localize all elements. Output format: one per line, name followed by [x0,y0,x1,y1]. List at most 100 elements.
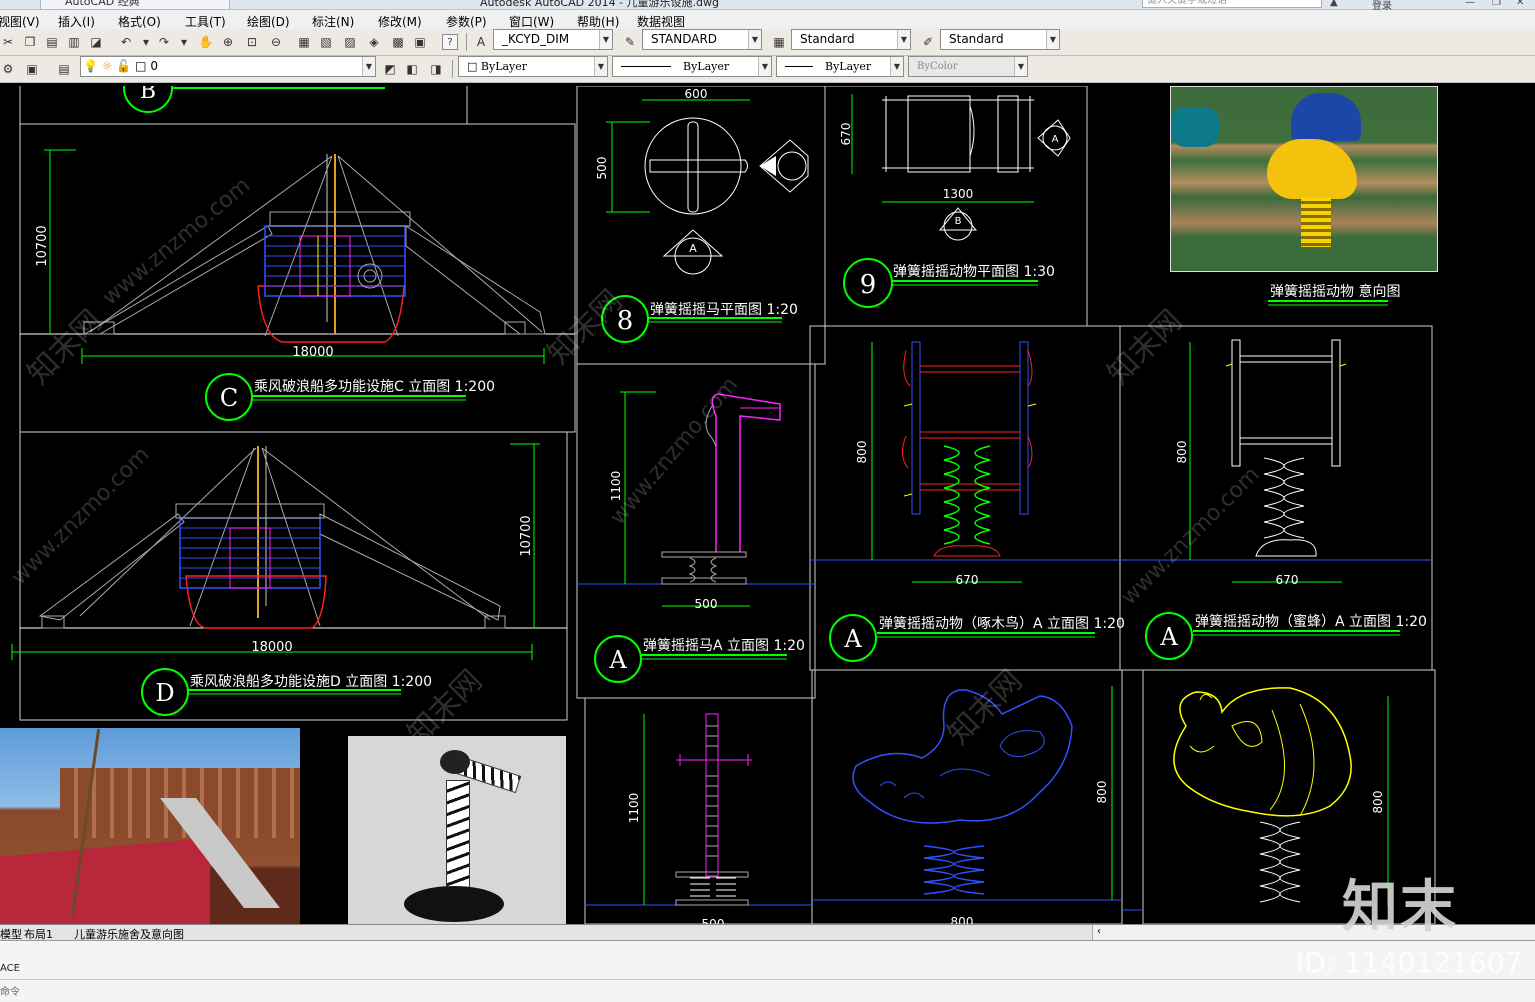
menu-tools[interactable]: 工具(T) [185,13,226,30]
zoom-window-icon[interactable]: ⊡ [244,34,260,50]
layer-isolate-icon[interactable]: ◨ [428,61,444,77]
svg-text:A: A [1052,134,1059,145]
svg-text:A: A [689,242,697,255]
layer-select[interactable]: 💡 ☼ 🔓 □ 0 ▼ [80,56,376,77]
chevron-down-icon: ▼ [897,30,910,49]
mleader-style-select[interactable]: Standard ▼ [940,29,1060,50]
menu-format[interactable]: 格式(O) [118,13,161,30]
block-editor-icon[interactable]: ◪ [88,34,104,50]
menu-data-view[interactable]: 数据视图 [637,13,685,30]
markup-icon[interactable]: ▩ [390,34,406,50]
linetype-select[interactable]: ByLayer ▼ [612,56,772,77]
dimension-style-icon[interactable]: ✎ [622,34,638,50]
layers-toolbar: ⚙ ▣ ▤ 💡 ☼ 🔓 □ 0 ▼ ◩ ◧ ◨ □ ByLayer ▼ ByLay… [0,56,1535,83]
horizontal-scrollbar[interactable]: ‹ [1092,925,1535,941]
color-select[interactable]: □ ByLayer ▼ [458,56,608,77]
lineweight-select[interactable]: ByLayer ▼ [776,56,904,77]
menu-parametric[interactable]: 参数(P) [446,13,487,30]
close-icon[interactable]: ✕ [1516,0,1524,8]
restore-icon[interactable]: ❐ [1492,0,1501,8]
svg-text:800: 800 [951,915,974,924]
cut-icon[interactable]: ✂ [0,34,16,50]
svg-text:B: B [955,216,962,227]
workspace-tab[interactable]: AutoCAD 经典 [40,0,230,10]
document-title: Autodesk AutoCAD 2014 - 儿童游乐设施.dwg [480,0,720,9]
drawing-canvas[interactable]: B 10700 18000 C 乘风破浪船多功能设施C 立面图 1:200 10… [0,86,1535,924]
copy-icon[interactable]: ❐ [22,34,38,50]
svg-text:9: 9 [860,270,877,300]
horse-plan: 600 500 A 8 弹簧摇摇马平面图 1:20 [595,87,809,343]
zoom-realtime-icon[interactable]: ⊕ [220,34,236,50]
svg-text:弹簧摇摇动物 意向图: 弹簧摇摇动物 意向图 [1270,283,1400,300]
svg-text:乘风破浪船多功能设施C 立面图 1:200: 乘风破浪船多功能设施C 立面图 1:200 [254,378,495,395]
chevron-down-icon: ▼ [599,30,612,49]
text-style-icon[interactable]: A [473,34,489,50]
sheet-set-icon[interactable]: ◈ [366,34,382,50]
svg-text:www.znzmo.com: www.znzmo.com [605,372,743,529]
animal-plan: A 670 1300 B 9 弹簧摇摇动物平面图 1:30 [839,94,1071,308]
title-bar: AutoCAD 经典 Autodesk AutoCAD 2014 - 儿童游乐设… [0,0,1535,12]
design-center-icon[interactable]: ▧ [318,34,334,50]
menu-help[interactable]: 帮助(H) [577,13,619,30]
svg-text:10700: 10700 [519,515,534,556]
svg-text:www.znzmo.com: www.znzmo.com [1117,462,1265,610]
table-style-select[interactable]: Standard ▼ [791,29,911,50]
svg-text:500: 500 [595,157,609,180]
layer-freeze-icon: ☼ [101,59,113,73]
user-icon[interactable]: ▲ [1330,0,1338,8]
undo-dropdown-icon[interactable]: ▾ [138,34,154,50]
layout-tabs: 模型 布局1 儿童游乐施舍及意向图 ‹ [0,924,1535,941]
svg-text:A: A [608,646,627,674]
menu-view[interactable]: 视图(V) [0,13,40,30]
chevron-down-icon: ▼ [1046,30,1059,49]
search-input[interactable]: 键入关键字或短语 [1142,0,1322,8]
help-icon[interactable]: ? [442,34,458,50]
layer-previous-icon[interactable]: ◧ [404,61,420,77]
command-prompt[interactable]: 命令 [0,983,20,998]
minimize-icon[interactable]: — [1465,0,1475,8]
dim-style-select[interactable]: _KCYD_DIM ▼ [493,29,613,50]
svg-text:D: D [155,679,174,707]
svg-text:800: 800 [855,441,869,464]
scroll-left-icon[interactable]: ‹ [1097,926,1101,937]
layer-manager-icon[interactable]: ▤ [56,61,72,77]
svg-text:500: 500 [702,917,725,924]
ship-playground-photo [0,728,300,924]
watermark-id: ID: 1140121607 [1296,946,1523,979]
layer-states-icon[interactable]: ▣ [24,61,40,77]
paste-icon[interactable]: ▤ [44,34,60,50]
svg-text:800: 800 [1175,441,1189,464]
calculator-icon[interactable]: ▣ [412,34,428,50]
redo-dropdown-icon[interactable]: ▾ [176,34,192,50]
menu-draw[interactable]: 绘图(D) [247,13,290,30]
text-style-select[interactable]: STANDARD ▼ [642,29,762,50]
svg-text:弹簧摇摇动物（蜜蜂）A 立面图 1:20: 弹簧摇摇动物（蜜蜂）A 立面图 1:20 [1195,614,1427,630]
pan-icon[interactable]: ✋ [198,34,214,50]
svg-text:C: C [220,384,238,412]
make-current-icon[interactable]: ◩ [382,61,398,77]
match-properties-icon[interactable]: ▥ [66,34,82,50]
redo-icon[interactable]: ↷ [156,34,172,50]
svg-text:弹簧摇摇动物（啄木鸟）A 立面图 1:20: 弹簧摇摇动物（啄木鸟）A 立面图 1:20 [879,616,1125,632]
canvas-watermark: www.znzmo.com www.znzmo.com www.znzmo.co… [7,173,1265,752]
linetype-preview [621,66,671,67]
mleader-style-icon[interactable]: ✐ [920,34,936,50]
menu-modify[interactable]: 修改(M) [378,13,422,30]
menu-dimension[interactable]: 标注(N) [312,13,354,30]
svg-text:1300: 1300 [943,187,974,201]
svg-text:10700: 10700 [35,225,50,266]
tool-palettes-icon[interactable]: ▨ [342,34,358,50]
title-c-elevation: C 乘风破浪船多功能设施C 立面图 1:200 [205,373,495,421]
menu-window[interactable]: 窗口(W) [509,13,554,30]
layer-properties-icon[interactable]: ⚙ [0,61,16,77]
table-style-icon[interactable]: ▦ [771,34,787,50]
animal-photo-caption: 弹簧摇摇动物 意向图 [1268,283,1400,306]
properties-icon[interactable]: ▦ [296,34,312,50]
chevron-down-icon: ▼ [890,57,903,76]
svg-text:670: 670 [839,123,853,146]
menu-bar: 视图(V) 插入(I) 格式(O) 工具(T) 绘图(D) 标注(N) 修改(M… [0,10,1535,30]
menu-insert[interactable]: 插入(I) [58,13,95,30]
undo-icon[interactable]: ↶ [118,34,134,50]
svg-text:www.znzmo.com: www.znzmo.com [7,442,155,590]
zoom-previous-icon[interactable]: ⊖ [268,34,284,50]
